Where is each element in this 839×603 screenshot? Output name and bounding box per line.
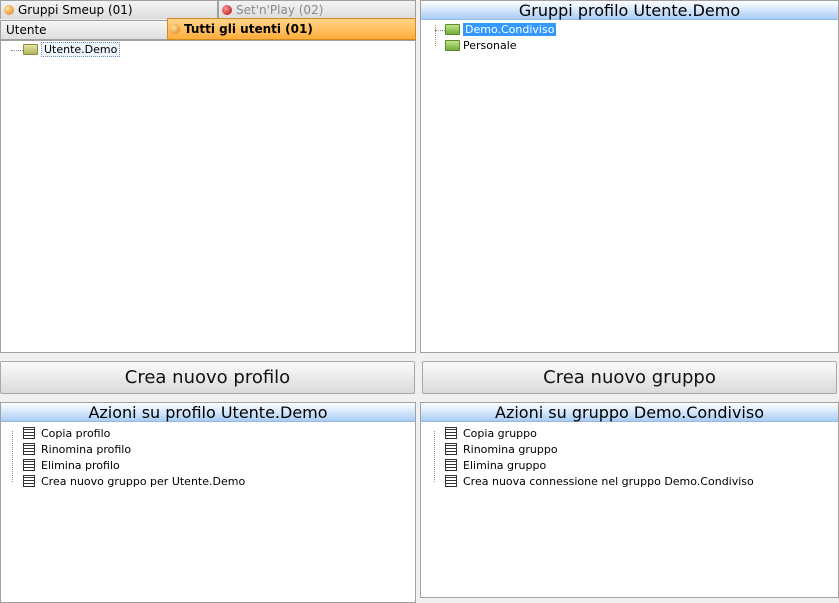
group-action-copy[interactable]: Copia gruppo: [445, 427, 537, 441]
tree-item-label: Personale: [463, 39, 517, 52]
list-icon: [445, 459, 457, 471]
profile-action-rename[interactable]: Rinomina profilo: [23, 443, 131, 457]
action-label: Rinomina profilo: [41, 443, 132, 456]
create-profile-button[interactable]: Crea nuovo profilo: [0, 361, 415, 394]
profile-actions-title: Azioni su profilo Utente.Demo: [1, 403, 415, 422]
tree-connector: [12, 431, 13, 482]
action-label: Crea nuova connessione nel gruppo Demo.C…: [463, 475, 754, 488]
tab-gruppi-smeup[interactable]: Gruppi Smeup (01): [0, 0, 218, 19]
groups-pane: Gruppi profilo Utente.Demo Demo.Condivis…: [420, 0, 839, 353]
group-action-new-connection[interactable]: Crea nuova connessione nel gruppo Demo.C…: [445, 475, 754, 489]
tree-item-label: Demo.Condiviso: [463, 23, 557, 36]
tab-label: Tutti gli utenti (01): [184, 22, 313, 36]
folder-icon: [445, 40, 460, 51]
list-icon: [445, 443, 457, 455]
tab-label: Gruppi Smeup (01): [18, 3, 133, 17]
group-actions-pane: Azioni su gruppo Demo.Condiviso Copia gr…: [420, 402, 839, 598]
tree-connector: [434, 431, 435, 482]
profile-action-new-group[interactable]: Crea nuovo gruppo per Utente.Demo: [23, 475, 245, 489]
tab-setnplay[interactable]: Set'n'Play (02): [218, 0, 416, 19]
tree-connector: [435, 25, 436, 46]
tree-connector: [435, 30, 445, 31]
list-icon: [23, 427, 35, 439]
tab-utente[interactable]: Utente: [0, 20, 168, 40]
folder-icon: [23, 44, 38, 55]
group-actions-title: Azioni su gruppo Demo.Condiviso: [421, 403, 838, 422]
action-label: Elimina profilo: [41, 459, 120, 472]
profile-action-copy[interactable]: Copia profilo: [23, 427, 110, 441]
group-icon: [170, 24, 180, 34]
action-label: Elimina gruppo: [463, 459, 547, 472]
list-icon: [23, 459, 35, 471]
action-label: Copia gruppo: [463, 427, 537, 440]
tree-item-group[interactable]: Personale: [445, 39, 517, 53]
list-icon: [445, 475, 457, 487]
tree-item-label: Utente.Demo: [41, 42, 121, 57]
group-icon: [4, 5, 14, 15]
tree-connector: [11, 50, 23, 51]
list-icon: [445, 427, 457, 439]
tree-item-user[interactable]: Utente.Demo: [23, 42, 121, 57]
user-tree-pane: Utente.Demo: [0, 40, 416, 353]
profile-actions-pane: Azioni su profilo Utente.Demo Copia prof…: [0, 402, 416, 603]
action-label: Copia profilo: [41, 427, 111, 440]
tab-tutti-gli-utenti[interactable]: Tutti gli utenti (01): [167, 18, 416, 40]
action-label: Rinomina gruppo: [463, 443, 558, 456]
red-dot-icon: [222, 5, 232, 15]
group-action-rename[interactable]: Rinomina gruppo: [445, 443, 558, 457]
action-label: Crea nuovo gruppo per Utente.Demo: [41, 475, 246, 488]
tree-item-group[interactable]: Demo.Condiviso: [445, 23, 557, 37]
list-icon: [23, 443, 35, 455]
create-group-button[interactable]: Crea nuovo gruppo: [422, 361, 837, 394]
tab-label: Set'n'Play (02): [236, 3, 324, 17]
tab-label: Utente: [6, 23, 47, 37]
group-tabs: Gruppi Smeup (01) Set'n'Play (02): [0, 0, 416, 19]
group-action-delete[interactable]: Elimina gruppo: [445, 459, 546, 473]
folder-icon: [445, 24, 460, 35]
groups-panel-title: Gruppi profilo Utente.Demo: [421, 1, 838, 20]
profile-action-delete[interactable]: Elimina profilo: [23, 459, 120, 473]
list-icon: [23, 475, 35, 487]
